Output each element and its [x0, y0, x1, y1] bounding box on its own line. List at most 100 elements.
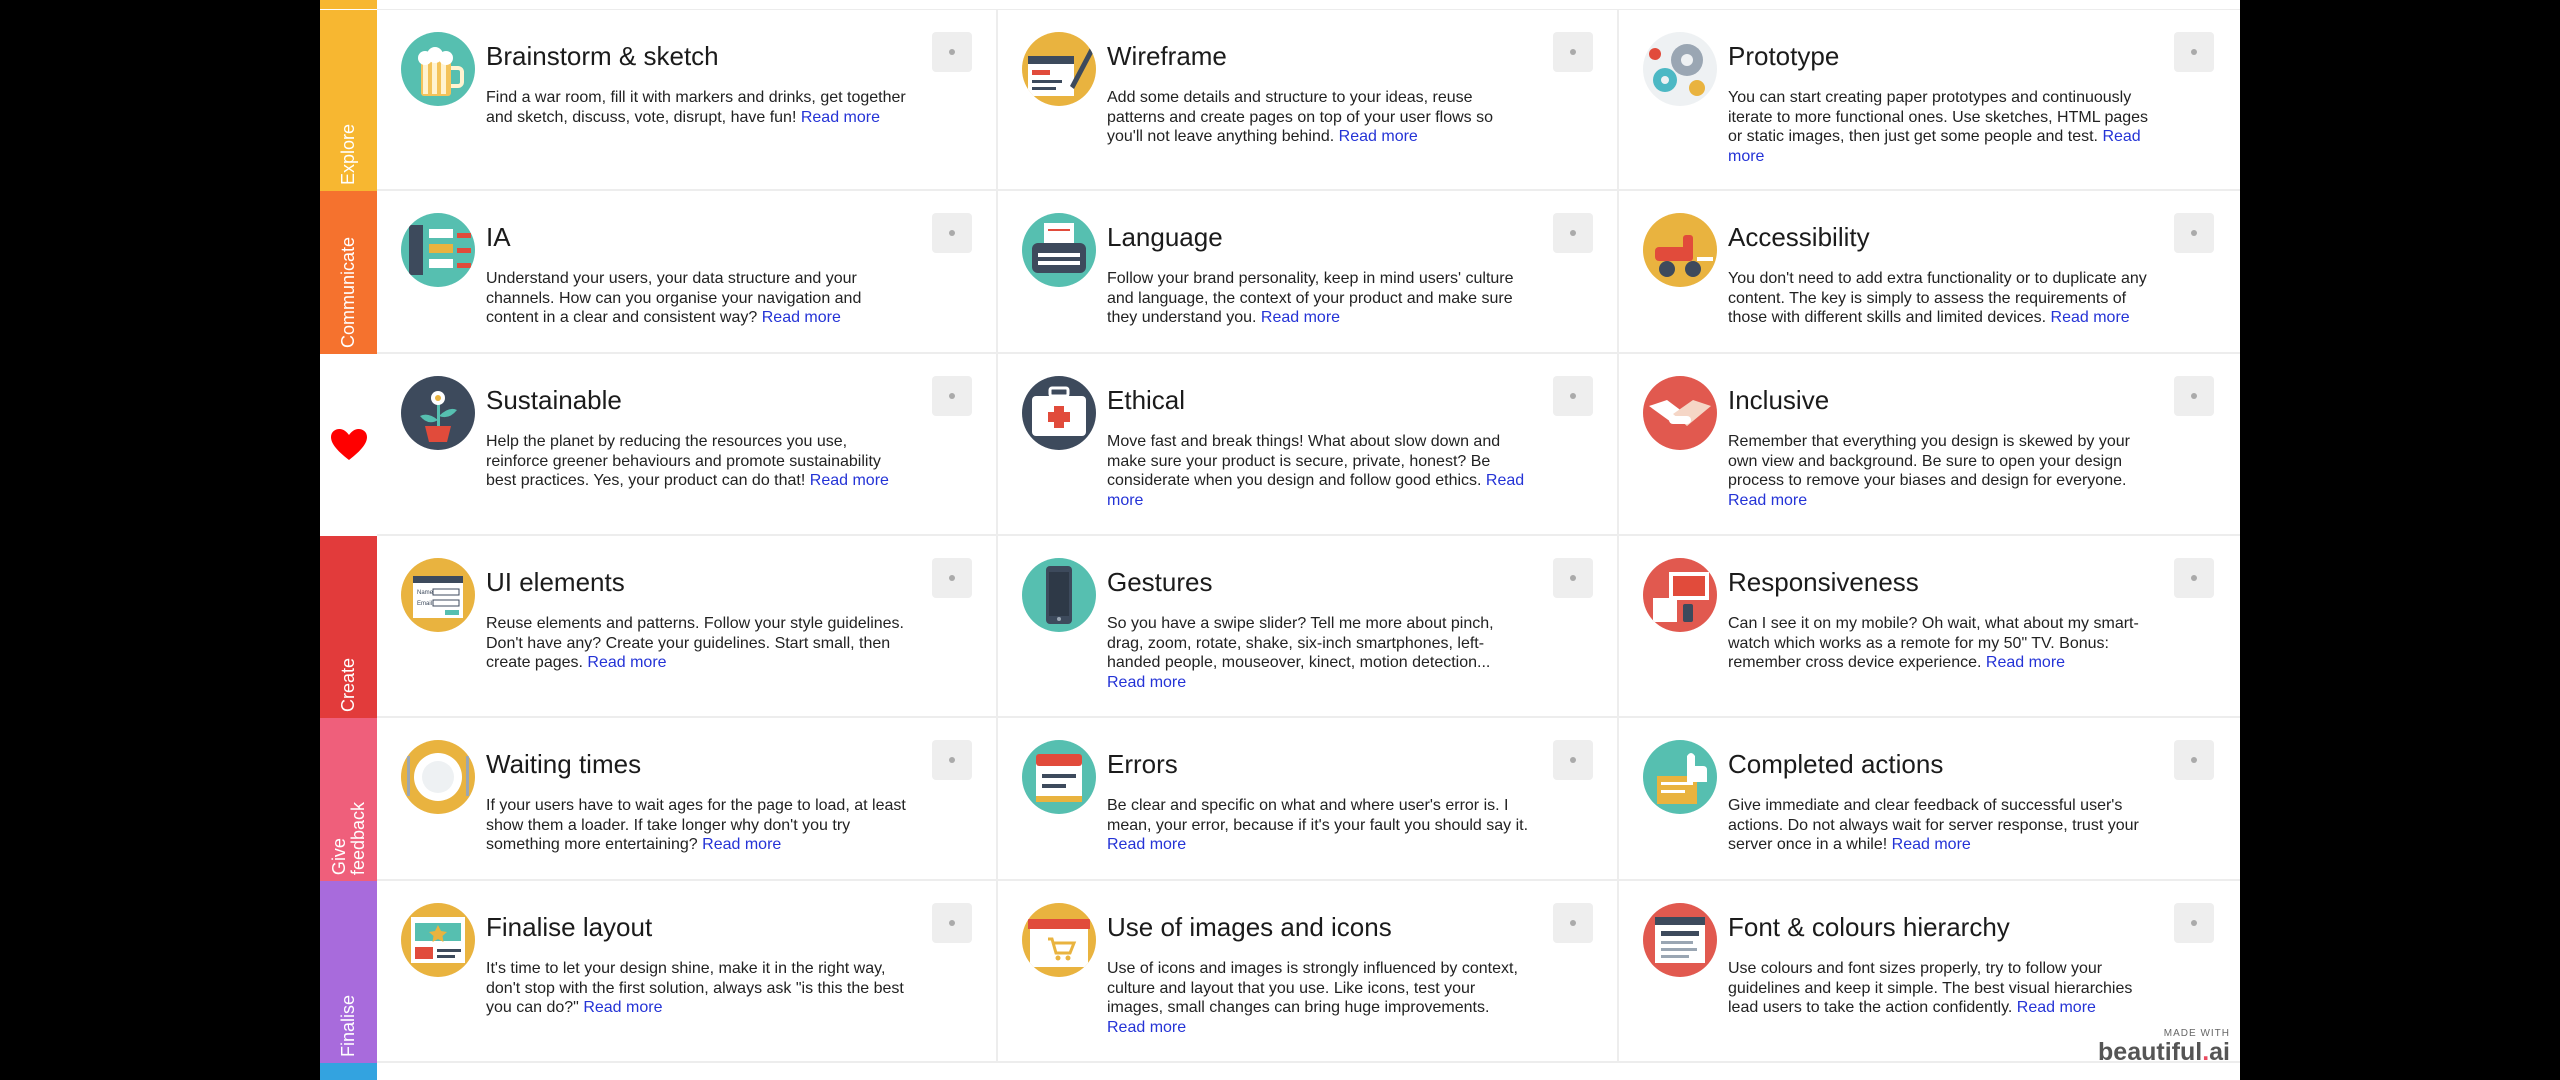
- card-title: Prototype: [1728, 41, 1840, 71]
- card-description: Add some details and structure to your i…: [1107, 88, 1532, 147]
- section-band-give-feedback: Give feedback: [320, 718, 377, 881]
- beer-mug-icon: [401, 32, 475, 106]
- read-more-link[interactable]: Read more: [762, 309, 841, 326]
- card-title: Brainstorm & sketch: [486, 41, 719, 71]
- card-description: Move fast and break things! What about s…: [1107, 432, 1532, 510]
- read-more-link[interactable]: Read more: [2051, 309, 2130, 326]
- card-action-button[interactable]: [932, 213, 972, 253]
- card-action-button[interactable]: [1553, 903, 1593, 943]
- card-action-button[interactable]: [932, 32, 972, 72]
- read-more-link[interactable]: Read more: [1107, 1019, 1186, 1036]
- read-more-link[interactable]: Read more: [1107, 674, 1186, 691]
- card-action-button[interactable]: [1553, 32, 1593, 72]
- read-more-link[interactable]: Read more: [1261, 309, 1340, 326]
- read-more-link[interactable]: Read more: [1339, 128, 1418, 145]
- card-action-button[interactable]: [932, 558, 972, 598]
- card-action-button[interactable]: [1553, 740, 1593, 780]
- read-more-link[interactable]: Read more: [2017, 999, 2096, 1016]
- dot-icon: [949, 757, 955, 763]
- plant-pot-icon: [401, 376, 475, 450]
- card-brainstorm-sketch: Brainstorm & sketch Find a war room, fill…: [377, 10, 998, 189]
- read-more-link[interactable]: Read more: [583, 999, 662, 1016]
- card-action-button[interactable]: [2174, 740, 2214, 780]
- card-responsiveness: Responsiveness Can I see it on my mobile?…: [1619, 536, 2240, 716]
- card-title: Font & colours hierarchy: [1728, 912, 2010, 942]
- dot-icon: [1570, 49, 1576, 55]
- card-title: Accessibility: [1728, 222, 1870, 252]
- card-action-button[interactable]: [1553, 558, 1593, 598]
- read-more-link[interactable]: Read more: [801, 109, 880, 126]
- read-more-link[interactable]: Read more: [587, 654, 666, 671]
- card-title: UI elements: [486, 567, 625, 597]
- card-description: Understand your users, your data structu…: [486, 269, 911, 328]
- section-band-finalise: Finalise: [320, 881, 377, 1063]
- read-more-link[interactable]: Read more: [810, 472, 889, 489]
- gears-icon: [1643, 32, 1717, 106]
- card-description: Use of icons and images is strongly infl…: [1107, 959, 1532, 1037]
- card-action-button[interactable]: [1553, 213, 1593, 253]
- card-title: Use of images and icons: [1107, 912, 1392, 942]
- card-action-button[interactable]: [932, 903, 972, 943]
- read-more-link[interactable]: Read more: [702, 836, 781, 853]
- card-description: Help the planet by reducing the resource…: [486, 432, 911, 491]
- card-action-button[interactable]: [2174, 558, 2214, 598]
- section-label: Explore: [338, 123, 358, 185]
- dot-icon: [1570, 757, 1576, 763]
- card-prototype: Prototype You can start creating paper pr…: [1619, 10, 2240, 189]
- card-title: Finalise layout: [486, 912, 653, 942]
- svg-text:Email: Email: [417, 601, 432, 607]
- card-description: So you have a swipe slider? Tell me more…: [1107, 614, 1532, 692]
- section-band-heart: [320, 354, 377, 536]
- card-description-text: So you have a swipe slider? Tell me more…: [1107, 615, 1494, 671]
- section-label: Give feedback: [328, 801, 368, 875]
- dot-icon: [2191, 49, 2197, 55]
- dot-icon: [949, 920, 955, 926]
- card-description-text: Be clear and specific on what and where …: [1107, 797, 1529, 834]
- read-more-link[interactable]: Read more: [1986, 654, 2065, 671]
- read-more-link[interactable]: Read more: [1728, 492, 1807, 509]
- thumbs-up-icon: [1643, 740, 1717, 814]
- watermark-brand: beautiful.ai: [2098, 1038, 2230, 1066]
- card-description-text: Reuse elements and patterns. Follow your…: [486, 615, 904, 671]
- slide-canvas: Explore Communicate Create Give feedback Fin…: [320, 0, 2240, 1080]
- sitemap-icon: [401, 213, 475, 287]
- read-more-link[interactable]: Read more: [1107, 836, 1186, 853]
- card-description: Find a war room, fill it with markers an…: [486, 88, 911, 127]
- card-title: Completed actions: [1728, 749, 1944, 779]
- card-row: Brainstorm & sketch Find a war room, fill…: [377, 10, 2240, 191]
- card-action-button[interactable]: [932, 376, 972, 416]
- card-action-button[interactable]: [2174, 32, 2214, 72]
- made-with-watermark[interactable]: MADE WITH beautiful.ai: [2098, 1028, 2230, 1065]
- card-description: Reuse elements and patterns. Follow your…: [486, 614, 911, 673]
- card-action-button[interactable]: [1553, 376, 1593, 416]
- card-ui-elements: Name Email UI elements Reuse elements and p…: [377, 536, 998, 716]
- card-row: Name Email UI elements Reuse elements and p…: [377, 536, 2240, 718]
- card-sustainable: Sustainable Help the planet by reducing t…: [377, 354, 998, 534]
- heart-icon: [320, 354, 377, 536]
- card-title: Errors: [1107, 749, 1178, 779]
- dot-icon: [2191, 393, 2197, 399]
- card-title: Wireframe: [1107, 41, 1227, 71]
- section-label: Communicate: [338, 236, 358, 348]
- card-row: Sustainable Help the planet by reducing t…: [377, 354, 2240, 536]
- card-description: It's time to let your design shine, make…: [486, 959, 911, 1018]
- card-inclusive: Inclusive Remember that everything you de…: [1619, 354, 2240, 534]
- card-description-text: Use of icons and images is strongly infl…: [1107, 960, 1518, 1016]
- card-language: Language Follow your brand personality, k…: [998, 191, 1619, 352]
- card-action-button[interactable]: [932, 740, 972, 780]
- dot-icon: [1570, 575, 1576, 581]
- section-label-wrap: Explore: [320, 124, 377, 185]
- text-lines-icon: [1643, 903, 1717, 977]
- card-ethical: Ethical Move fast and break things! What …: [998, 354, 1619, 534]
- svg-text:Name: Name: [417, 590, 434, 596]
- card-row: Waiting times If your users have to wait …: [377, 718, 2240, 881]
- read-more-link[interactable]: Read more: [1892, 836, 1971, 853]
- card-description-text: It's time to let your design shine, make…: [486, 960, 904, 1016]
- dot-icon: [949, 230, 955, 236]
- card-action-button[interactable]: [2174, 903, 2214, 943]
- wireframe-sketch-icon: [1022, 32, 1096, 106]
- card-action-button[interactable]: [2174, 376, 2214, 416]
- card-action-button[interactable]: [2174, 213, 2214, 253]
- card-description-text: You can start creating paper prototypes …: [1728, 89, 2149, 145]
- card-accessibility: Accessibility You don't need to add extra…: [1619, 191, 2240, 352]
